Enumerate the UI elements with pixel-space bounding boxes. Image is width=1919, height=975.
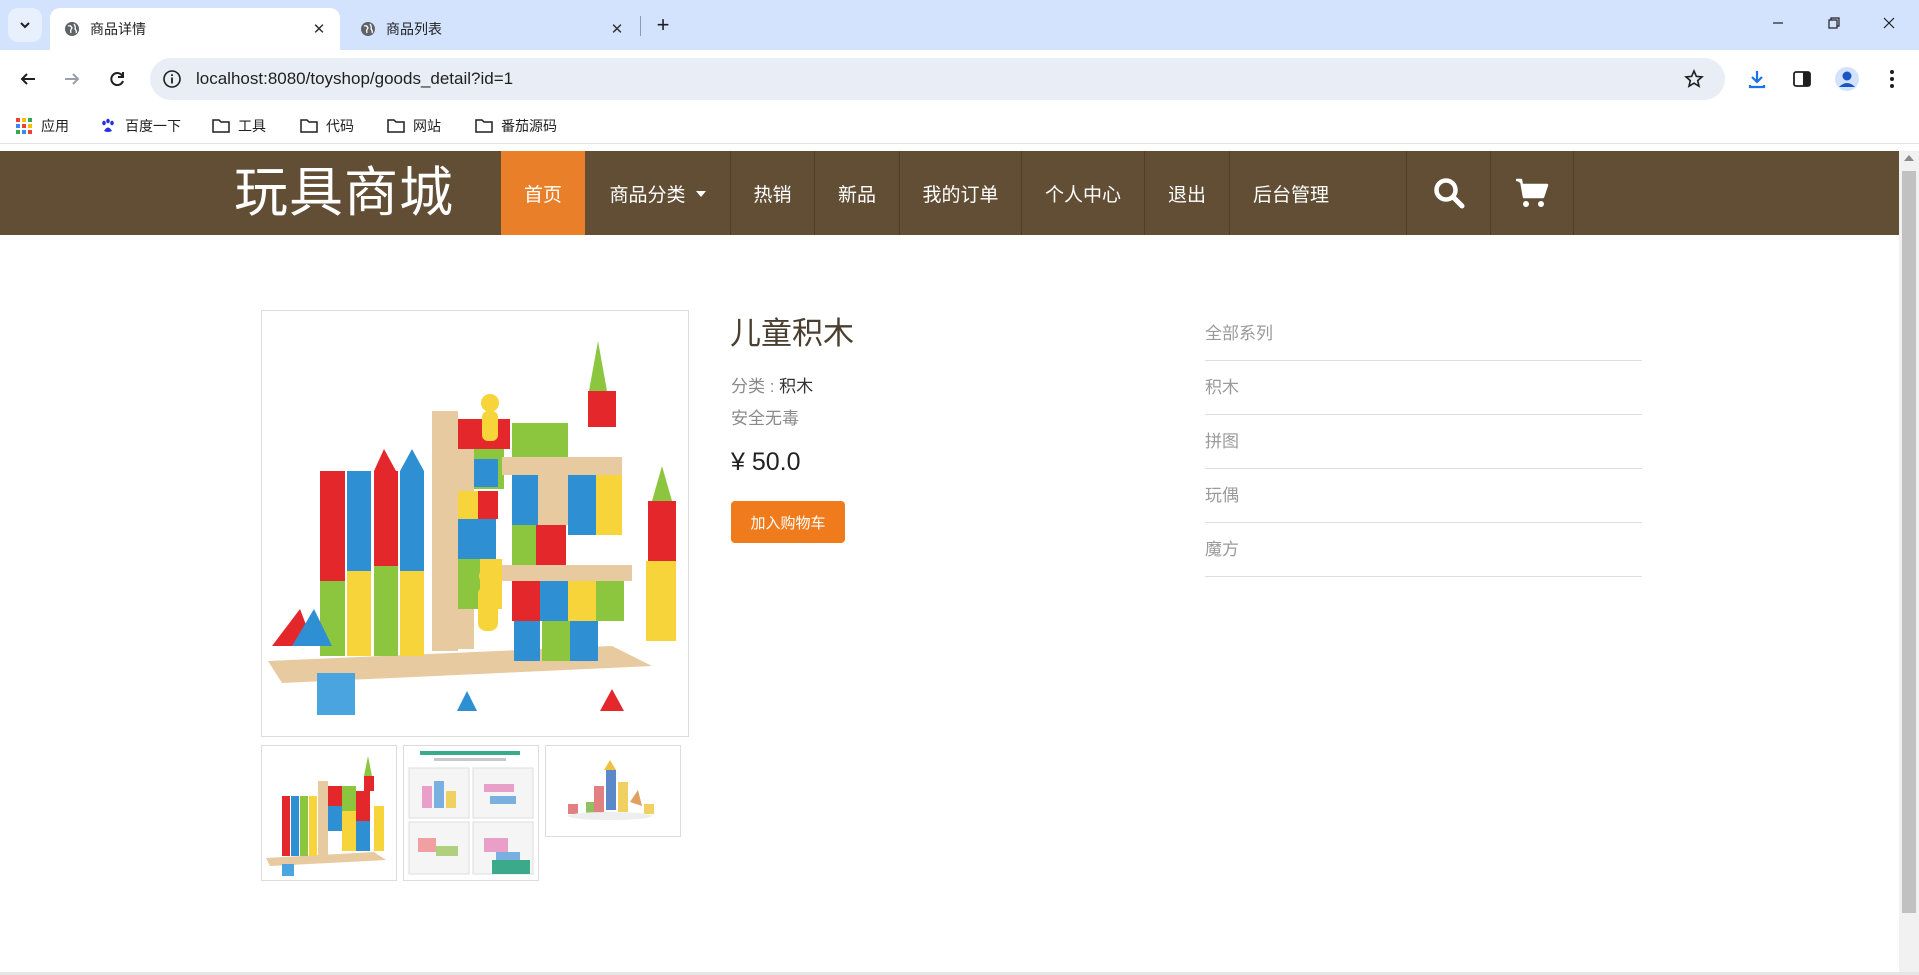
site-navbar: 玩具商城 首页 商品分类 热销 新品 我的订单 个人中心 退出 后台管理 [0, 151, 1899, 235]
cart-icon [1516, 178, 1549, 207]
window-close-icon[interactable] [1866, 8, 1912, 38]
product-thumbnail-2[interactable] [403, 745, 539, 881]
nav-label: 后台管理 [1252, 184, 1329, 206]
nav-new[interactable]: 新品 [815, 151, 900, 235]
new-tab-button[interactable]: + [650, 12, 676, 38]
series-list: 全部系列 积木 拼图 玩偶 魔方 [1205, 307, 1642, 577]
bookmark-label: 工具 [238, 118, 266, 134]
address-bar[interactable]: localhost:8080/toyshop/goods_detail?id=1 [150, 58, 1725, 100]
nav-label: 商品分类 [609, 184, 686, 206]
page-viewport: 玩具商城 首页 商品分类 热销 新品 我的订单 个人中心 退出 后台管理 儿童积… [0, 151, 1899, 972]
nav-label: 热销 [753, 184, 792, 206]
site-info-icon[interactable] [162, 69, 182, 89]
bookmarks-bar: 应用 百度一下 工具 代码 网站 番茄源码 [0, 108, 1919, 144]
series-item-all[interactable]: 全部系列 [1205, 307, 1642, 361]
url-text: localhost:8080/toyshop/goods_detail?id=1 [196, 69, 514, 88]
apps-grid-icon [15, 117, 33, 135]
back-button[interactable] [10, 61, 46, 97]
nav-label: 首页 [523, 184, 562, 206]
close-icon[interactable]: ✕ [308, 18, 330, 40]
product-category: 分类 : 积木 [731, 372, 813, 397]
search-button[interactable] [1406, 151, 1490, 235]
tab-search-button[interactable] [8, 8, 42, 42]
tab-title: 商品列表 [386, 21, 442, 37]
arrow-right-icon [65, 73, 80, 85]
bookmark-label: 代码 [326, 118, 354, 134]
product-description: 安全无毒 [731, 409, 799, 428]
nav-label: 我的订单 [922, 184, 999, 206]
page-scrollbar[interactable] [1899, 151, 1919, 972]
scroll-up-arrow-icon[interactable] [1904, 155, 1914, 161]
restore-icon[interactable] [1811, 8, 1857, 38]
close-icon[interactable]: ✕ [606, 18, 628, 40]
nav-label: 个人中心 [1044, 184, 1121, 206]
category-value-link[interactable]: 积木 [779, 377, 813, 396]
folder-icon [475, 117, 493, 135]
arrow-left-icon [20, 73, 35, 85]
download-icon[interactable] [1743, 65, 1771, 93]
bookmark-star-icon[interactable] [1681, 66, 1707, 92]
profile-avatar-icon[interactable] [1833, 65, 1861, 93]
forward-button[interactable] [54, 61, 90, 97]
bookmark-apps[interactable]: 应用 [15, 115, 69, 137]
reload-button[interactable] [99, 61, 135, 97]
bookmark-folder-tools[interactable]: 工具 [212, 115, 266, 137]
series-item-blocks[interactable]: 积木 [1205, 361, 1642, 415]
bookmark-label: 网站 [413, 118, 441, 134]
bookmark-label: 番茄源码 [501, 118, 557, 134]
folder-icon [387, 117, 405, 135]
series-item-cube[interactable]: 魔方 [1205, 523, 1642, 577]
minimize-icon[interactable] [1755, 8, 1801, 38]
category-label: 分类 : [731, 377, 780, 396]
folder-icon [300, 117, 318, 135]
browser-tab-strip: 商品详情 ✕ 商品列表 ✕ + [0, 0, 1919, 50]
nav-label: 退出 [1167, 184, 1206, 206]
bookmark-folder-sites[interactable]: 网站 [387, 115, 441, 137]
nav-label: 新品 [837, 184, 876, 206]
globe-icon [64, 21, 80, 37]
nav-hot[interactable]: 热销 [731, 151, 815, 235]
bookmark-folder-code[interactable]: 代码 [300, 115, 354, 137]
product-thumbnail-1[interactable] [261, 745, 397, 881]
reload-icon [110, 72, 124, 87]
bookmark-label: 百度一下 [125, 118, 181, 134]
nav-profile[interactable]: 个人中心 [1022, 151, 1145, 235]
site-logo[interactable]: 玩具商城 [234, 159, 454, 227]
series-item-doll[interactable]: 玩偶 [1205, 469, 1642, 523]
nav-logout[interactable]: 退出 [1145, 151, 1230, 235]
product-thumbnail-3[interactable] [545, 745, 681, 837]
nav-categories-dropdown[interactable]: 商品分类 [585, 151, 731, 235]
nav-my-orders[interactable]: 我的订单 [900, 151, 1022, 235]
more-menu-icon[interactable] [1878, 65, 1906, 93]
tab-goods-list[interactable]: 商品列表 ✕ [346, 8, 638, 50]
nav-home[interactable]: 首页 [501, 151, 585, 235]
globe-icon [360, 21, 376, 37]
product-price: ¥ 50.0 [731, 448, 801, 476]
cart-button[interactable] [1490, 151, 1574, 235]
tab-title: 商品详情 [90, 21, 146, 37]
product-main-image [261, 310, 689, 737]
bookmark-folder-fanqie[interactable]: 番茄源码 [475, 115, 557, 137]
baidu-paw-icon [99, 117, 117, 135]
tab-goods-detail[interactable]: 商品详情 ✕ [50, 8, 340, 50]
browser-toolbar: localhost:8080/toyshop/goods_detail?id=1 [0, 50, 1919, 108]
bookmark-label: 应用 [41, 118, 69, 134]
search-icon [1433, 178, 1464, 209]
series-item-puzzle[interactable]: 拼图 [1205, 415, 1642, 469]
folder-icon [212, 117, 230, 135]
nav-admin[interactable]: 后台管理 [1230, 151, 1352, 235]
add-to-cart-button[interactable]: 加入购物车 [731, 501, 845, 543]
scroll-thumb[interactable] [1902, 171, 1916, 913]
side-panel-icon[interactable] [1788, 65, 1816, 93]
product-title: 儿童积木 [730, 316, 854, 351]
tab-divider [640, 16, 641, 36]
caret-down-icon [695, 191, 706, 197]
chevron-down-icon [20, 22, 30, 29]
bookmark-baidu[interactable]: 百度一下 [99, 115, 181, 137]
